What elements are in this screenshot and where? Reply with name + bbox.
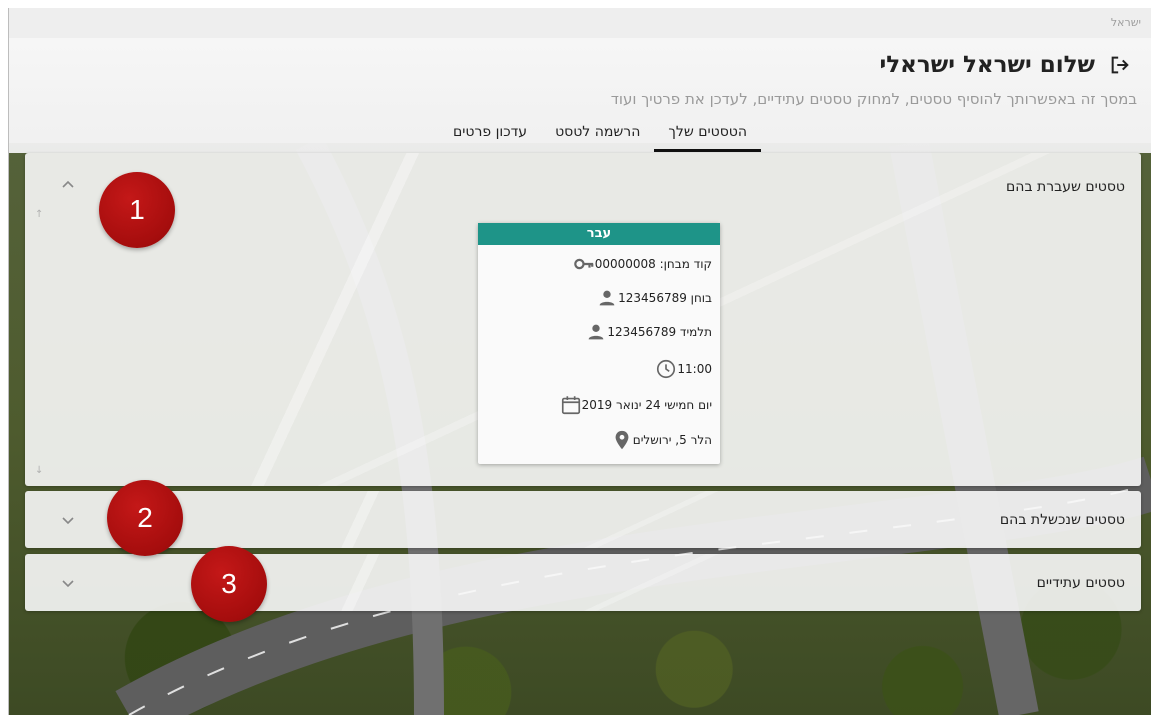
test-status-badge: עבר — [478, 223, 720, 245]
card-row-time: 11:00 — [647, 358, 712, 380]
logout-icon[interactable] — [1109, 54, 1131, 76]
panel-title-future[interactable]: טסטים עתידיים — [1037, 575, 1125, 591]
page-title: שלום ישראל ישראלי — [879, 52, 1096, 78]
person-icon — [599, 290, 615, 306]
scroll-up-arrow-icon[interactable]: ↑ — [35, 209, 43, 220]
card-row-location: הלר 5, ירושלים — [603, 429, 712, 451]
greeting-row: שלום ישראל ישראלי — [880, 52, 1132, 78]
card-row-examiner: בוחן 123456789 — [588, 287, 712, 309]
tab-bar: הטסטים שלך הרשמה לטסט עדכון פרטים — [439, 118, 761, 152]
tab-update-details[interactable]: עדכון פרטים — [439, 118, 541, 152]
person-icon — [589, 324, 604, 340]
app-window: ישראל שלום ישראל ישראלי במסך זה באפשרותך… — [8, 8, 1151, 715]
location-pin-icon — [615, 430, 629, 450]
test-card[interactable]: עבר קוד מבחן: 00000008 בוחן 123456789 תל… — [478, 223, 720, 464]
test-code-text: קוד מבחן: 00000008 — [594, 257, 712, 271]
callout-badge-1: 1 — [99, 172, 175, 248]
panel-title-failed[interactable]: טסטים שנכשלת בהם — [1000, 512, 1125, 528]
examiner-text: בוחן 123456789 — [618, 291, 712, 305]
tab-your-tests[interactable]: הטסטים שלך — [654, 118, 761, 152]
panel-failed-tests[interactable]: טסטים שנכשלת בהם — [25, 491, 1141, 548]
tab-register-test[interactable]: הרשמה לטסט — [541, 118, 654, 152]
time-text: 11:00 — [677, 362, 712, 376]
panel-title-passed[interactable]: טסטים שעברת בהם — [1006, 179, 1125, 195]
card-row-date: יום חמישי 24 ינואר 2019 — [552, 394, 712, 416]
page-header: שלום ישראל ישראלי במסך זה באפשרותך להוסי… — [9, 38, 1151, 153]
callout-badge-2: 2 — [107, 480, 183, 556]
chevron-down-icon[interactable] — [61, 513, 75, 527]
card-row-test-code: קוד מבחן: 00000008 — [565, 253, 712, 275]
chevron-up-icon[interactable] — [61, 177, 75, 191]
callout-badge-3: 3 — [191, 546, 267, 622]
date-text: יום חמישי 24 ינואר 2019 — [581, 398, 712, 412]
page-subtitle: במסך זה באפשרותך להוסיף טסטים, למחוק טסט… — [610, 90, 1137, 108]
key-icon — [573, 258, 594, 270]
calendar-icon — [561, 396, 580, 415]
window-title: ישראל — [9, 8, 1151, 38]
card-row-student: תלמיד 123456789 — [577, 321, 712, 343]
location-text: הלר 5, ירושלים — [632, 433, 712, 447]
panel-passed-tests: טסטים שעברת בהם ↑ ↓ עבר קוד מבחן: 000000… — [25, 153, 1141, 486]
clock-icon — [657, 359, 676, 379]
student-text: תלמיד 123456789 — [607, 325, 712, 339]
scroll-down-arrow-icon[interactable]: ↓ — [35, 465, 43, 476]
chevron-down-icon[interactable] — [61, 576, 75, 590]
panel-background — [25, 491, 1141, 548]
